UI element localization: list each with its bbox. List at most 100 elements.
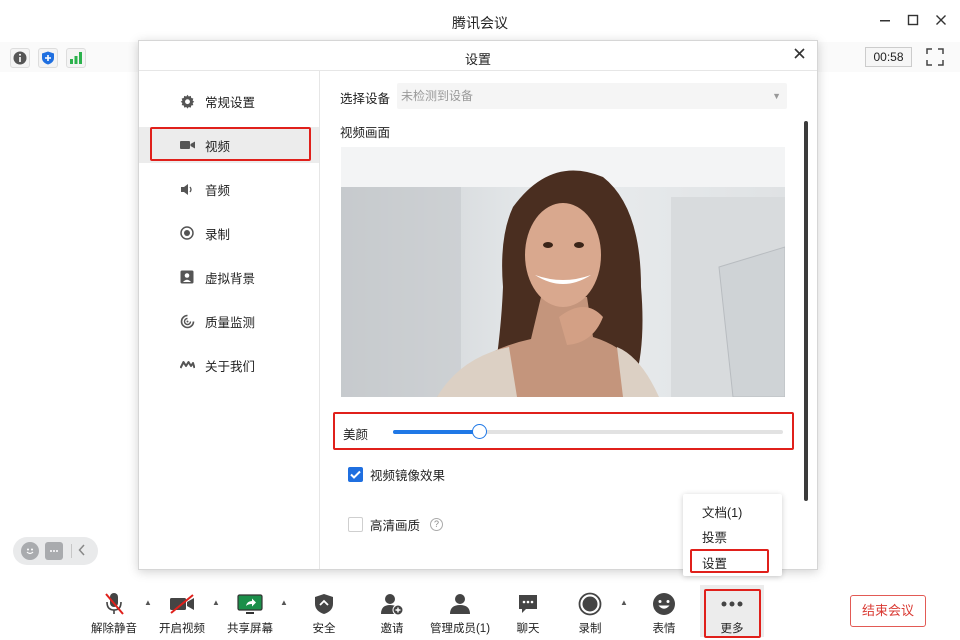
add-user-icon [379,592,405,616]
nav-item-quality-monitor[interactable]: 质量监测 [139,303,319,339]
info-icon [13,51,27,65]
toolbar-label: 聊天 [516,623,540,635]
logo-icon [179,357,195,373]
hd-option[interactable]: 高清画质 ? [348,515,444,534]
nav-item-record[interactable]: 录制 [139,215,319,251]
maximize-icon [907,14,919,26]
start-video-button[interactable]: 开启视频 [150,592,214,636]
settings-dialog: 设置 常规设置 视频 音频 录制 虚拟背景 质量监测 关于我们 选择设备 未检测… [138,40,818,570]
beauty-slider-fill [393,430,479,434]
nav-item-audio[interactable]: 音频 [139,171,319,207]
preview-image [341,147,785,397]
beauty-label: 美颜 [343,428,369,442]
security-status-button[interactable] [38,48,58,68]
fullscreen-button[interactable] [926,48,944,66]
unmute-button[interactable]: 解除静音 [82,592,146,636]
close-icon [793,48,805,59]
checkmark-icon [350,470,361,479]
chat-button[interactable]: 聊天 [496,592,560,636]
caret-up-icon[interactable]: ▲ [619,598,629,607]
help-icon[interactable]: ? [430,518,444,531]
signal-icon [70,52,82,64]
share-screen-icon [237,592,263,616]
minimize-button[interactable] [876,12,894,30]
toolbar-label: 录制 [578,623,602,635]
toolbar-label: 表情 [652,623,676,635]
manage-members-button[interactable]: 管理成员(1) [428,592,492,636]
nav-item-virtual-background[interactable]: 虚拟背景 [139,259,319,295]
more-button[interactable]: 更多 [700,585,764,637]
toolbar-label: 安全 [312,623,336,635]
minimize-icon [880,20,890,22]
menu-item-settings[interactable]: 设置 [702,553,727,572]
floating-toolbar [13,537,98,565]
divider [71,544,72,558]
nav-label: 虚拟背景 [205,271,256,286]
speaker-icon [179,181,195,197]
close-icon [936,15,946,25]
reactions-button[interactable]: 表情 [632,592,696,636]
nav-label: 质量监测 [205,315,256,330]
nav-label: 音频 [205,183,231,198]
monitor-icon [179,313,195,329]
caret-up-icon[interactable]: ▲ [279,598,289,607]
record-icon [577,592,603,616]
fullscreen-icon [926,48,944,66]
network-signal-button[interactable] [66,48,86,68]
collapse-chevron-icon[interactable] [78,543,86,559]
members-icon [447,592,473,616]
menu-item-docs[interactable]: 文档(1) [702,502,742,521]
chat-icon [515,592,541,616]
invite-button[interactable]: 邀请 [360,592,424,636]
device-label: 选择设备 [340,92,391,106]
hd-checkbox[interactable] [348,517,363,532]
meeting-timer: 00:58 [865,47,912,67]
settings-sidebar: 常规设置 视频 音频 录制 虚拟背景 质量监测 关于我们 [139,71,320,569]
toolbar-label: 管理成员(1) [429,623,491,635]
dialog-title: 设置 [464,52,491,67]
menu-item-vote[interactable]: 投票 [702,527,727,546]
caret-down-icon: ▼ [772,91,781,101]
nav-item-video[interactable]: 视频 [139,127,319,163]
camera-off-icon [169,592,195,616]
chat-bubble-icon[interactable] [45,542,63,560]
video-preview [341,147,785,397]
device-select[interactable]: 未检测到设备 ▼ [397,83,787,109]
mic-muted-icon [101,592,127,616]
gear-icon [179,93,195,109]
record-icon [179,225,195,241]
toolbar-label: 解除静音 [91,623,137,635]
toolbar-label: 更多 [720,623,744,635]
mirror-option[interactable]: 视频镜像效果 [348,465,445,484]
security-button[interactable]: 安全 [292,592,356,636]
more-dots-icon [719,592,745,616]
title-bar: 腾讯会议 [0,0,960,42]
info-button[interactable] [10,48,30,68]
toolbar-label: 邀请 [380,623,404,635]
nav-label: 常规设置 [205,95,256,110]
mirror-checkbox[interactable] [348,467,363,482]
record-button[interactable]: 录制 [558,592,622,636]
toolbar-label: 开启视频 [159,623,205,635]
nav-item-general[interactable]: 常规设置 [139,83,319,119]
nav-item-about[interactable]: 关于我们 [139,347,319,383]
device-select-value: 未检测到设备 [401,89,474,103]
nav-label: 录制 [205,227,231,242]
more-menu: 文档(1) 投票 设置 [683,494,782,576]
shield-icon [42,51,54,65]
close-window-button[interactable] [932,12,950,30]
dialog-header: 设置 [139,41,817,71]
share-screen-button[interactable]: 共享屏幕 [218,592,282,636]
beauty-slider[interactable] [393,424,783,439]
scrollbar[interactable] [804,121,808,501]
maximize-button[interactable] [904,12,922,30]
hd-label: 高清画质 [370,519,421,533]
beauty-slider-handle[interactable] [472,424,487,439]
end-meeting-button[interactable]: 结束会议 [850,595,926,627]
emoji-icon[interactable] [21,542,39,560]
shield-icon [311,592,337,616]
dialog-close-button[interactable] [791,46,807,64]
mirror-label: 视频镜像效果 [370,469,446,483]
nav-label: 视频 [205,139,231,154]
emoji-icon [651,592,677,616]
